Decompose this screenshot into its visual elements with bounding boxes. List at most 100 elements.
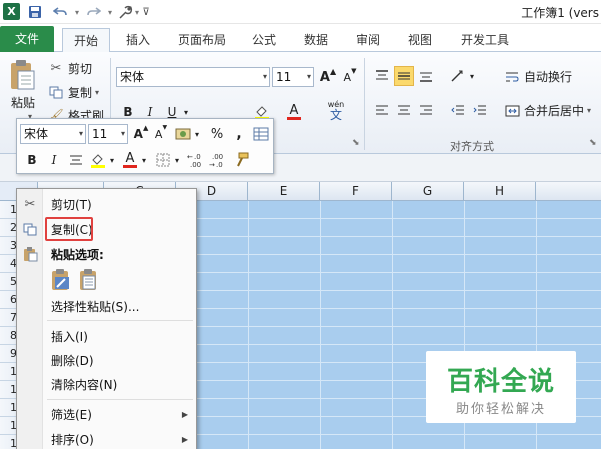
mini-bold-button[interactable]: B bbox=[22, 150, 42, 170]
mini-fill-dropdown-icon[interactable]: ▾ bbox=[108, 150, 116, 170]
submenu-arrow-icon: ▶ bbox=[181, 434, 188, 444]
font-name-value: 宋体 bbox=[120, 70, 145, 84]
mini-format-painter-icon[interactable] bbox=[231, 150, 251, 170]
tab-data[interactable]: 数据 bbox=[298, 28, 334, 52]
mini-increase-decimal-icon[interactable]: ← .0.00 bbox=[187, 150, 207, 170]
redo-arrow-icon[interactable] bbox=[84, 3, 104, 21]
phonetic-guide-button[interactable]: wén 文 bbox=[326, 100, 346, 121]
shrink-font-button[interactable]: A ▼ bbox=[340, 67, 360, 87]
floppy-disk-icon[interactable] bbox=[26, 3, 44, 21]
menu-separator bbox=[47, 399, 193, 400]
font-name-dropdown-icon: ▾ bbox=[262, 72, 267, 81]
wrap-text-button[interactable]: 自动换行 bbox=[504, 68, 572, 85]
mini-center-align-icon[interactable] bbox=[66, 150, 86, 170]
merge-dropdown-icon[interactable]: ▾ bbox=[587, 106, 591, 115]
mini-font-size-select[interactable]: 11 ▾ bbox=[88, 124, 128, 144]
shrink-font-icon: ▼ bbox=[351, 67, 357, 75]
mini-borders-dropdown-icon[interactable]: ▾ bbox=[173, 150, 181, 170]
column-header-e[interactable]: E bbox=[248, 182, 320, 201]
menu-item-clear-contents[interactable]: 清除内容(N) bbox=[17, 373, 196, 395]
svg-text:.00: .00 bbox=[190, 161, 201, 168]
align-top-icon[interactable] bbox=[372, 66, 392, 86]
cut-button[interactable]: ✂ 剪切 bbox=[48, 60, 92, 77]
cut-label: 剪切 bbox=[68, 62, 93, 76]
svg-text:←: ← bbox=[187, 153, 193, 161]
tab-developer[interactable]: 开发工具 bbox=[454, 28, 516, 52]
undo-dropdown-icon[interactable]: ▾ bbox=[73, 3, 81, 21]
column-header-h[interactable]: H bbox=[464, 182, 536, 201]
menu-item-paste-special[interactable]: 选择性粘贴(S)... bbox=[17, 295, 196, 317]
svg-text:.0: .0 bbox=[194, 153, 201, 161]
menu-item-sort[interactable]: 排序(O) ▶ bbox=[17, 428, 196, 449]
tab-review[interactable]: 审阅 bbox=[350, 28, 386, 52]
mini-font-name-dropdown-icon: ▾ bbox=[78, 129, 83, 138]
menu-item-label: 粘贴选项: bbox=[51, 247, 104, 262]
menu-item-cut[interactable]: ✂ 剪切(T) bbox=[17, 193, 196, 215]
font-dialog-launcher-icon[interactable]: ⬊ bbox=[352, 138, 360, 148]
mini-percent-button[interactable]: % bbox=[207, 124, 227, 144]
tab-page-layout[interactable]: 页面布局 bbox=[172, 28, 232, 52]
grow-font-button[interactable]: A ▲ bbox=[318, 67, 338, 87]
copy-highlight-frame bbox=[45, 217, 93, 241]
mini-grow-font-icon[interactable]: A ▲ bbox=[131, 124, 151, 144]
menu-item-insert[interactable]: 插入(I) bbox=[17, 325, 196, 347]
tab-home[interactable]: 开始 bbox=[62, 28, 110, 52]
font-size-value: 11 bbox=[276, 70, 292, 84]
redo-dropdown-icon[interactable]: ▾ bbox=[106, 3, 114, 21]
tab-insert[interactable]: 插入 bbox=[120, 28, 156, 52]
menu-item-label: 删除(D) bbox=[51, 353, 94, 368]
chevron-down-icon[interactable]: ⊽ bbox=[140, 3, 152, 21]
align-center-icon[interactable] bbox=[394, 100, 414, 120]
shrink-font-label: A bbox=[343, 70, 352, 84]
font-color-button[interactable]: A bbox=[284, 102, 304, 122]
undo-arrow-icon[interactable] bbox=[50, 3, 70, 21]
decrease-indent-icon[interactable] bbox=[448, 100, 468, 120]
paste-option-default-icon[interactable] bbox=[49, 267, 73, 293]
tab-file[interactable]: 文件 bbox=[0, 26, 54, 52]
watermark-subtitle: 助你轻松解决 bbox=[455, 402, 546, 417]
mini-borders-icon[interactable] bbox=[153, 150, 173, 170]
copy-pages-icon bbox=[48, 86, 64, 99]
menu-item-label: 剪切(T) bbox=[51, 197, 92, 212]
text-orientation-icon[interactable] bbox=[448, 66, 468, 86]
watermark-badge: 百科全说 助你轻松解决 bbox=[426, 351, 576, 423]
align-bottom-icon[interactable] bbox=[416, 66, 436, 86]
align-middle-icon[interactable] bbox=[394, 66, 414, 86]
align-left-icon[interactable] bbox=[372, 100, 392, 120]
column-header-g[interactable]: G bbox=[392, 182, 464, 201]
column-header-next[interactable] bbox=[536, 182, 601, 201]
mini-font-color-dropdown-icon[interactable]: ▾ bbox=[140, 150, 148, 170]
menu-item-copy[interactable]: 复制(C) bbox=[17, 218, 196, 240]
mini-fill-color-icon[interactable] bbox=[88, 150, 108, 170]
align-right-icon[interactable] bbox=[416, 100, 436, 120]
mini-comma-button[interactable]: , bbox=[229, 124, 249, 144]
tab-view[interactable]: 视图 bbox=[402, 28, 438, 52]
mini-shrink-font-icon[interactable]: A ▼ bbox=[151, 124, 171, 144]
wrench-icon[interactable] bbox=[116, 3, 134, 21]
paste-clipboard-icon bbox=[21, 245, 39, 263]
mini-accounting-dropdown-icon[interactable]: ▾ bbox=[193, 124, 201, 144]
copy-dropdown-icon[interactable]: ▾ bbox=[95, 88, 99, 97]
mini-italic-button[interactable]: I bbox=[44, 150, 64, 170]
mini-format-table-icon[interactable] bbox=[251, 124, 271, 144]
merge-center-button[interactable]: 合并后居中 ▾ bbox=[504, 102, 591, 119]
scissors-icon: ✂ bbox=[50, 61, 62, 76]
menu-item-delete[interactable]: 删除(D) bbox=[17, 349, 196, 371]
increase-indent-icon[interactable] bbox=[470, 100, 490, 120]
column-header-f[interactable]: F bbox=[320, 182, 392, 201]
tab-formulas[interactable]: 公式 bbox=[246, 28, 282, 52]
paste-clipboard-icon[interactable] bbox=[8, 58, 38, 92]
mini-accounting-format-icon[interactable] bbox=[173, 124, 193, 144]
mini-decrease-decimal-icon[interactable]: .00 → .0 bbox=[209, 150, 229, 170]
mini-font-color-button[interactable]: A bbox=[120, 150, 140, 170]
font-size-select[interactable]: 11 ▾ bbox=[272, 67, 314, 87]
paste-button[interactable]: 粘贴 bbox=[11, 94, 35, 111]
mini-font-name-select[interactable]: 宋体 ▾ bbox=[20, 124, 86, 144]
copy-button[interactable]: 复制 ▾ bbox=[48, 84, 99, 101]
alignment-dialog-launcher-icon[interactable]: ⬊ bbox=[589, 138, 597, 148]
ribbon-tab-row: 文件 开始 插入 页面布局 公式 数据 审阅 视图 开发工具 bbox=[0, 24, 601, 52]
orientation-dropdown-icon[interactable]: ▾ bbox=[468, 66, 476, 86]
font-name-select[interactable]: 宋体 ▾ bbox=[116, 67, 270, 87]
menu-item-filter[interactable]: 筛选(E) ▶ bbox=[17, 403, 196, 425]
paste-option-values-icon[interactable] bbox=[77, 267, 101, 293]
